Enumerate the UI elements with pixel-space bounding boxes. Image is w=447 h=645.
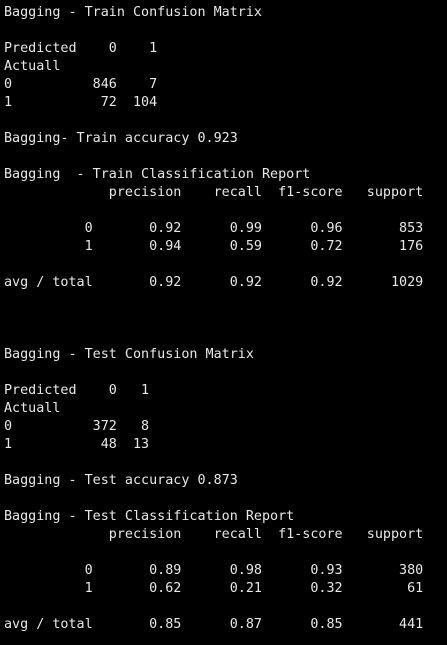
train-confusion-matrix-title: Bagging - Train Confusion Matrix	[4, 5, 262, 20]
train-report-avg-total: avg / total 0.92 0.92 0.92 1029	[4, 275, 424, 290]
train-report-title: Bagging - Train Classification Report	[4, 167, 311, 182]
console-output: Bagging - Train Confusion Matrix Predict…	[0, 0, 447, 645]
test-report-header: precision recall f1-score support	[4, 527, 424, 542]
train-matrix-header-actual: Actuall	[4, 59, 61, 74]
train-report-header: precision recall f1-score support	[4, 185, 424, 200]
test-confusion-matrix-title: Bagging - Test Confusion Matrix	[4, 347, 254, 362]
train-matrix-row-0: 0 846 7	[4, 77, 158, 92]
train-matrix-header-predicted: Predicted 0 1	[4, 41, 158, 56]
train-matrix-row-1: 1 72 104	[4, 95, 158, 110]
test-report-row-0: 0 0.89 0.98 0.93 380	[4, 563, 424, 578]
train-accuracy: Bagging- Train accuracy 0.923	[4, 131, 238, 146]
test-matrix-header-actual: Actuall	[4, 401, 61, 416]
test-matrix-row-0: 0 372 8	[4, 419, 150, 434]
test-report-title: Bagging - Test Classification Report	[4, 509, 295, 524]
test-matrix-header-predicted: Predicted 0 1	[4, 383, 150, 398]
test-accuracy: Bagging - Test accuracy 0.873	[4, 473, 238, 488]
test-report-row-1: 1 0.62 0.21 0.32 61	[4, 581, 424, 596]
test-report-avg-total: avg / total 0.85 0.87 0.85 441	[4, 617, 424, 632]
train-report-row-0: 0 0.92 0.99 0.96 853	[4, 221, 424, 236]
test-matrix-row-1: 1 48 13	[4, 437, 150, 452]
train-report-row-1: 1 0.94 0.59 0.72 176	[4, 239, 424, 254]
